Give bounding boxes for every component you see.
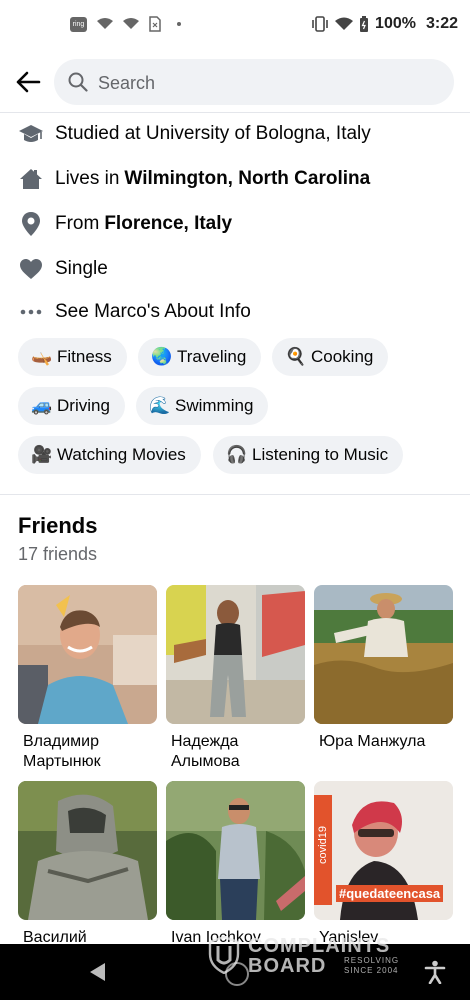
section-divider bbox=[0, 494, 470, 495]
friend-photo[interactable] bbox=[18, 585, 157, 724]
hobby-label: Swimming bbox=[175, 396, 254, 415]
hobby-chip-driving[interactable]: 🚙 Driving bbox=[18, 387, 125, 425]
status-bar: ring 100% 3:22 bbox=[0, 0, 470, 52]
movie-camera-icon: 🎥 bbox=[31, 445, 53, 464]
hobby-chip-traveling[interactable]: 🌏 Traveling bbox=[138, 338, 262, 376]
hashtag-banner: #quedateencasa bbox=[336, 885, 444, 902]
shield-logo-icon bbox=[208, 936, 240, 974]
status-right: 100% 3:22 bbox=[311, 15, 458, 33]
notification-icons: ring bbox=[70, 16, 181, 32]
hobby-label: Driving bbox=[57, 396, 110, 415]
watermark: COMPLAINTS BOARD RESOLVING SINCE 2004 bbox=[208, 934, 422, 978]
wave-icon: 🌊 bbox=[149, 396, 171, 415]
friend-photo[interactable] bbox=[166, 585, 305, 724]
back-button[interactable] bbox=[14, 64, 42, 100]
sim-icon bbox=[149, 16, 161, 32]
studied-row[interactable]: Studied at University of Bologna, Italy bbox=[18, 119, 371, 149]
nav-back-icon[interactable] bbox=[90, 963, 105, 981]
hobby-chip-fitness[interactable]: 🛶 Fitness bbox=[18, 338, 127, 376]
friend-card[interactable]: Владимир Мартынюк bbox=[18, 585, 157, 772]
battery-icon bbox=[360, 15, 369, 32]
battery-percent: 100% bbox=[375, 15, 416, 32]
hobby-label: Watching Movies bbox=[57, 445, 186, 464]
ring-icon: ring bbox=[70, 16, 87, 32]
header bbox=[0, 52, 470, 112]
relationship-row[interactable]: Single bbox=[18, 254, 108, 284]
search-icon bbox=[68, 72, 88, 92]
covid-label: covid19 bbox=[317, 826, 329, 864]
friend-card[interactable]: covid19 #quedateencasa Yanislev bbox=[314, 781, 453, 948]
hobby-chip-cooking[interactable]: 🍳 Cooking bbox=[272, 338, 389, 376]
from-prefix: From bbox=[55, 213, 100, 234]
relationship-text: Single bbox=[55, 258, 108, 279]
lives-row[interactable]: Lives in Wilmington, North Carolina bbox=[18, 164, 370, 194]
friends-count: 17 friends bbox=[18, 544, 98, 564]
wifi-icon bbox=[123, 18, 139, 29]
friend-photo[interactable] bbox=[18, 781, 157, 920]
headphones-icon: 🎧 bbox=[226, 445, 248, 464]
watermark-tagline: RESOLVING SINCE 2004 bbox=[344, 956, 400, 975]
wifi-icon bbox=[97, 18, 113, 29]
header-divider bbox=[0, 112, 470, 113]
hobby-chip-swimming[interactable]: 🌊 Swimming bbox=[136, 387, 269, 425]
search-input[interactable] bbox=[96, 59, 440, 107]
clock: 3:22 bbox=[425, 15, 458, 32]
frying-pan-icon: 🍳 bbox=[285, 347, 307, 366]
friend-photo[interactable]: covid19 #quedateencasa bbox=[314, 781, 453, 920]
heart-icon bbox=[18, 256, 44, 282]
friend-card[interactable]: Надежда Алымова bbox=[166, 585, 305, 772]
vibrate-icon bbox=[312, 16, 328, 32]
lives-prefix: Lives in bbox=[55, 168, 120, 189]
from-row[interactable]: From Florence, Italy bbox=[18, 209, 232, 239]
see-about-row[interactable]: See Marco's About Info bbox=[18, 297, 251, 327]
search-bar[interactable] bbox=[54, 59, 454, 107]
hobby-label: Listening to Music bbox=[252, 445, 389, 464]
studied-text: Studied at University of Bologna, Italy bbox=[55, 123, 371, 144]
wifi-signal-icon bbox=[335, 17, 354, 30]
more-dots-icon bbox=[18, 299, 44, 325]
friend-card[interactable]: Юра Манжула bbox=[314, 585, 453, 752]
friend-name[interactable]: Юра Манжула bbox=[314, 732, 453, 752]
friend-photo[interactable] bbox=[314, 585, 453, 724]
friend-card[interactable]: Ivan Iochkov bbox=[166, 781, 305, 948]
hobby-chip-listening-to-music[interactable]: 🎧 Listening to Music bbox=[213, 436, 404, 474]
home-icon bbox=[18, 166, 44, 192]
watermark-line2: BOARD bbox=[248, 955, 327, 977]
graduation-cap-icon bbox=[18, 121, 44, 147]
dot-icon bbox=[177, 22, 181, 26]
from-place[interactable]: Florence, Italy bbox=[104, 213, 232, 235]
friend-card[interactable]: Василий bbox=[18, 781, 157, 948]
hobby-label: Fitness bbox=[57, 347, 112, 366]
hobby-label: Traveling bbox=[177, 347, 247, 366]
friend-name[interactable]: Надежда Алымова bbox=[166, 732, 305, 772]
friend-name[interactable]: Владимир Мартынюк bbox=[18, 732, 157, 772]
hobby-chip-watching-movies[interactable]: 🎥 Watching Movies bbox=[18, 436, 201, 474]
canoe-icon: 🛶 bbox=[31, 347, 53, 366]
friends-title[interactable]: Friends bbox=[18, 513, 97, 539]
friend-photo[interactable] bbox=[166, 781, 305, 920]
accessibility-icon[interactable] bbox=[424, 960, 446, 984]
arrow-left-icon bbox=[16, 71, 41, 93]
see-about-text: See Marco's About Info bbox=[55, 301, 251, 322]
car-icon: 🚙 bbox=[31, 396, 53, 415]
location-pin-icon bbox=[18, 211, 44, 237]
lives-place[interactable]: Wilmington, North Carolina bbox=[124, 168, 370, 190]
globe-icon: 🌏 bbox=[151, 347, 173, 366]
hobby-label: Cooking bbox=[311, 347, 374, 366]
